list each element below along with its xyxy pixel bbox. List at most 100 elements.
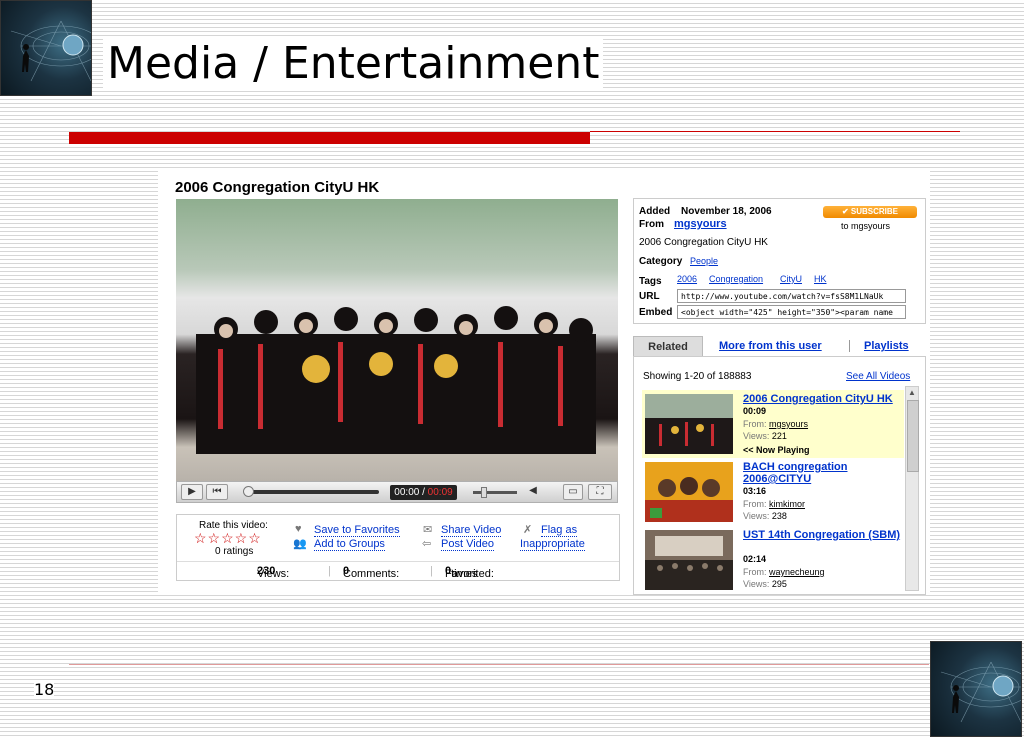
video-thumbnail[interactable] <box>645 462 733 522</box>
related-video-uploader[interactable]: waynecheung <box>769 567 825 577</box>
related-tabs: Related More from this user Playlists <box>633 334 926 357</box>
progress-scrubber[interactable] <box>243 486 254 497</box>
slide-number: 18 <box>34 680 55 699</box>
related-scrollbar[interactable]: ▲ <box>905 386 919 591</box>
views-label: Views: <box>743 579 770 589</box>
add-to-groups-link[interactable]: Add to Groups <box>314 538 385 551</box>
group-icon: 👥 <box>293 538 307 550</box>
video-description: 2006 Congregation CityU HK <box>639 237 768 248</box>
tag-link[interactable]: HK <box>814 274 827 284</box>
from-label: From: <box>743 499 767 509</box>
uploader-link[interactable]: mgsyours <box>674 218 727 230</box>
title-underline-rule <box>590 131 960 132</box>
related-video-views-value: 238 <box>771 511 787 521</box>
flag-icon: ✗ <box>523 524 533 536</box>
related-videos-panel: Showing 1-20 of 188883 See All Videos 20… <box>633 356 926 595</box>
video-frame <box>196 306 596 454</box>
related-video-title[interactable]: UST 14th Congregation (SBM) <box>743 529 903 541</box>
post-icon: ⇦ <box>422 538 432 550</box>
related-video-title[interactable]: 2006 Congregation CityU HK <box>743 393 903 405</box>
favorited-suffix: times <box>451 568 478 580</box>
video-player[interactable] <box>176 199 618 481</box>
title-underline-bar <box>69 132 590 144</box>
related-video-uploader[interactable]: kimkimor <box>769 499 805 509</box>
tag-link[interactable]: CityU <box>780 274 802 284</box>
tab-playlists[interactable]: Playlists <box>864 336 909 356</box>
normal-size-icon[interactable]: ▭ <box>563 484 583 500</box>
related-video-duration: 00:09 <box>743 406 767 416</box>
from-label: From: <box>743 419 767 429</box>
video-title: 2006 Congregation CityU HK <box>175 179 380 196</box>
heart-icon: ♥ <box>295 523 302 535</box>
volume-knob[interactable] <box>481 487 487 498</box>
tag-link[interactable]: 2006 <box>677 274 697 284</box>
ratings-count: 0 ratings <box>215 546 254 557</box>
see-all-videos-link[interactable]: See All Videos <box>846 371 910 382</box>
rewind-button[interactable]: ⏮ <box>206 484 228 500</box>
speaker-icon[interactable]: ◀ <box>525 484 541 500</box>
views-label: Views: <box>257 568 290 580</box>
video-thumbnail[interactable] <box>645 530 733 590</box>
video-actions-panel: Rate this video: ☆☆☆☆☆ 0 ratings ♥ Save … <box>176 514 620 581</box>
time-total: 00:09 <box>427 487 453 498</box>
views-label: Views: <box>743 431 770 441</box>
related-video-from: From: kimkimor <box>743 499 805 509</box>
play-button[interactable]: ▶ <box>181 484 203 500</box>
related-video-views: Views: 238 <box>743 511 787 521</box>
stats-divider: | <box>430 565 433 577</box>
related-video-views: Views: 221 <box>743 431 787 441</box>
tag-link[interactable]: Congregation <box>709 274 763 284</box>
url-field[interactable]: http://www.youtube.com/watch?v=fsS8M1LNa… <box>677 289 906 303</box>
related-video-duration: 02:14 <box>743 554 767 564</box>
stats-divider: | <box>328 565 331 577</box>
time-display: 00:00 / 00:09 <box>390 485 457 500</box>
time-separator: / <box>422 487 425 498</box>
related-video-item[interactable]: BACH congregation 2006@CITYU 03:16 From:… <box>642 458 904 526</box>
footer-rule <box>69 664 929 665</box>
views-label: Views: <box>743 511 770 521</box>
tab-divider <box>849 340 850 352</box>
favorited-stat: Favorited: 0 times <box>445 565 494 580</box>
globe-logo-icon <box>930 641 1022 737</box>
scroll-up-icon[interactable]: ▲ <box>908 388 916 397</box>
inappropriate-link[interactable]: Inappropriate <box>520 538 585 551</box>
tags-label: Tags <box>639 276 662 287</box>
url-label: URL <box>639 291 660 302</box>
related-video-views: Views: 295 <box>743 579 787 589</box>
related-video-item[interactable]: UST 14th Congregation (SBM) 02:14 From: … <box>642 526 904 592</box>
rating-stars[interactable]: ☆☆☆☆☆ <box>194 530 262 547</box>
tab-related[interactable]: Related <box>633 336 703 356</box>
embed-label: Embed <box>639 307 673 318</box>
slide-title: Media / Entertainment <box>103 38 604 89</box>
tab-more-from-user[interactable]: More from this user <box>719 336 822 356</box>
progress-track[interactable] <box>249 490 379 494</box>
related-video-title[interactable]: BACH congregation 2006@CITYU <box>743 461 903 485</box>
related-video-from: From: waynecheung <box>743 567 825 577</box>
share-video-link[interactable]: Share Video <box>441 524 502 537</box>
embed-field[interactable]: <object width="425" height="350"><param … <box>677 305 906 319</box>
related-video-item[interactable]: 2006 Congregation CityU HK 00:09 From: m… <box>642 390 904 458</box>
showing-count: Showing 1-20 of 188883 <box>643 371 752 382</box>
video-stats: Views: 230 | Comments: 0 | Favorited: 0 … <box>177 561 619 580</box>
scrollbar-thumb[interactable] <box>907 400 919 472</box>
youtube-screenshot: 2006 Congregation CityU HK ▶ ⏮ 00:00 / 0… <box>158 170 930 595</box>
related-video-duration: 03:16 <box>743 486 767 496</box>
views-stat: Views: 230 <box>257 565 289 580</box>
flag-as-link[interactable]: Flag as <box>541 524 578 537</box>
video-thumbnail[interactable] <box>645 394 733 454</box>
player-controls: ▶ ⏮ 00:00 / 00:09 ◀ ▭ ⛶ <box>176 481 618 503</box>
save-to-favorites-link[interactable]: Save to Favorites <box>314 524 400 537</box>
subscribe-button[interactable]: ✔ SUBSCRIBE <box>823 206 917 218</box>
added-date: November 18, 2006 <box>681 206 772 217</box>
comments-label: Comments: <box>343 568 400 580</box>
fullscreen-icon[interactable]: ⛶ <box>588 484 612 500</box>
related-video-from: From: mgsyours <box>743 419 808 429</box>
subscribe-to-text: to mgsyours <box>841 221 891 231</box>
post-video-link[interactable]: Post Video <box>441 538 495 551</box>
related-video-views-value: 221 <box>771 431 787 441</box>
related-video-uploader[interactable]: mgsyours <box>769 419 808 429</box>
category-link[interactable]: People <box>690 256 718 266</box>
volume-track[interactable] <box>473 491 517 494</box>
related-video-views-value: 295 <box>771 579 787 589</box>
time-current: 00:00 <box>394 487 420 498</box>
